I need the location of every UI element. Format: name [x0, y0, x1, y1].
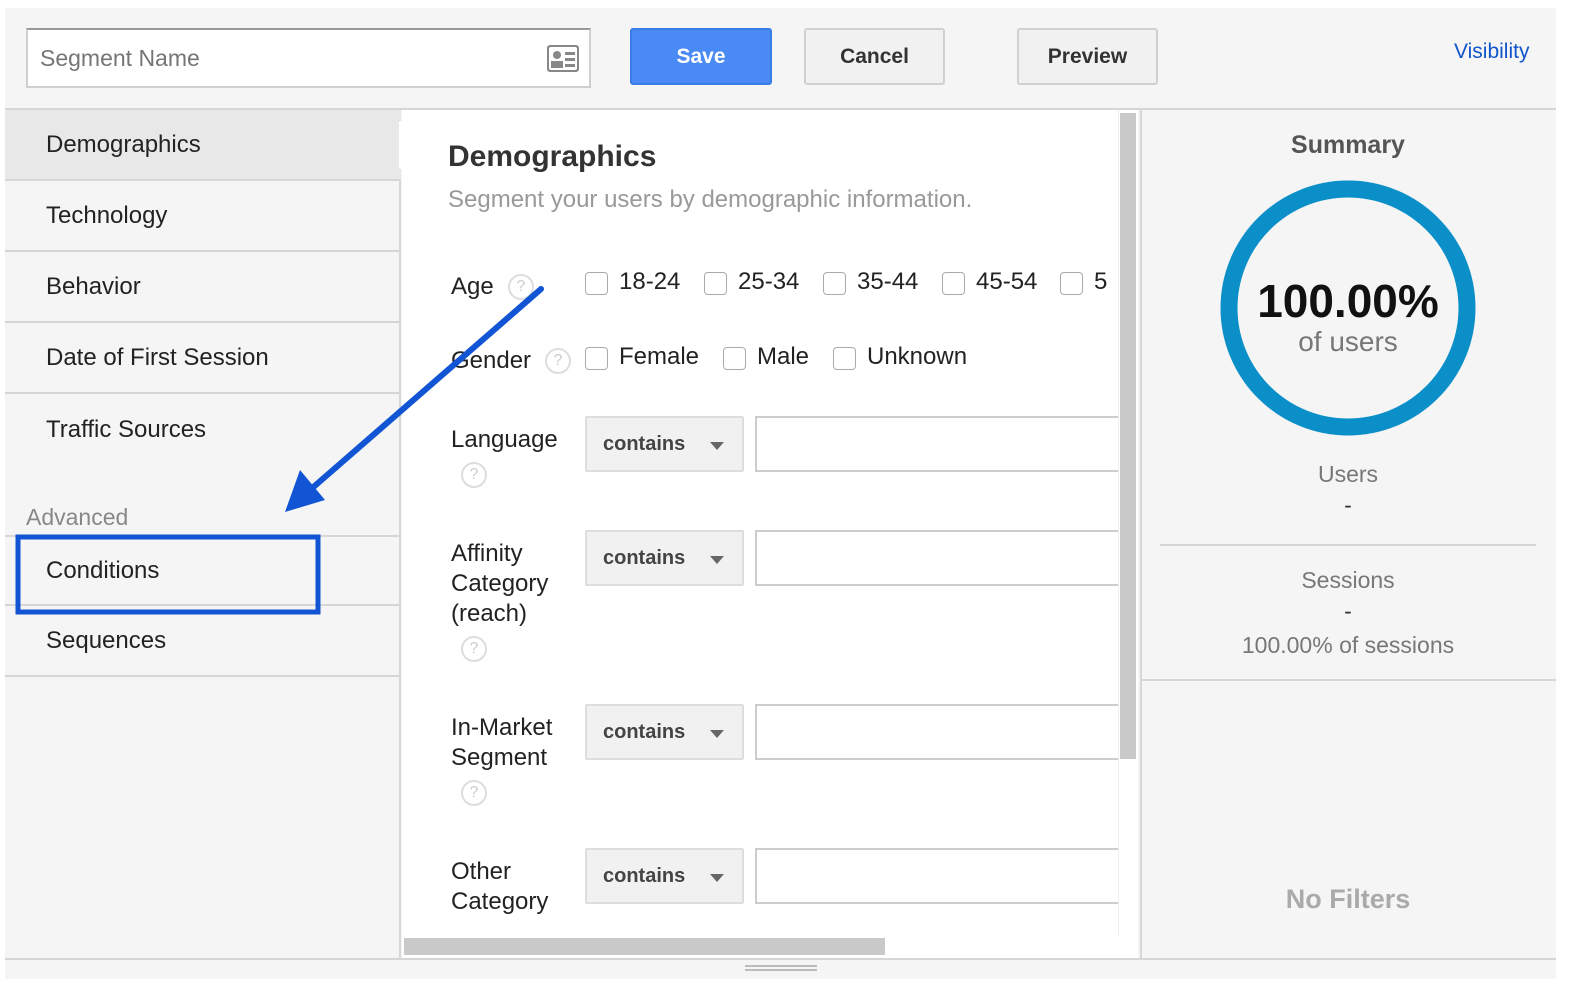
divider: [1160, 544, 1536, 546]
in-market-operator-select[interactable]: contains: [585, 704, 744, 760]
summary-title: Summary: [1291, 131, 1405, 159]
filter-label: In-Market Segment: [451, 714, 553, 771]
sidebar-item-traffic-sources[interactable]: Traffic Sources: [5, 394, 401, 465]
age-checkbox-35-44[interactable]: [823, 272, 846, 295]
affinity-operator-select[interactable]: contains: [585, 530, 744, 586]
age-checkbox-25-34[interactable]: [704, 272, 727, 295]
no-filters-text: No Filters: [1285, 884, 1411, 914]
sidebar-item-date-of-first-session[interactable]: Date of First Session: [5, 323, 401, 394]
caret-down-icon: [710, 730, 724, 738]
users-label: Users: [1317, 461, 1379, 487]
age-label: Age: [451, 273, 494, 300]
sidebar-item-sequences[interactable]: Sequences: [5, 606, 401, 677]
gender-option-label: Male: [757, 343, 810, 370]
filter-label: Other Category: [451, 858, 549, 915]
gender-option-label: Unknown: [867, 343, 968, 370]
filter-label: Affinity Category (reach): [451, 540, 549, 627]
segment-name-input[interactable]: [26, 28, 591, 88]
other-operator-select[interactable]: contains: [585, 848, 744, 904]
sidebar-item-behavior[interactable]: Behavior: [5, 252, 401, 323]
contact-card-icon[interactable]: [547, 45, 579, 72]
other-value-input[interactable]: [755, 848, 1138, 904]
resize-grip-icon[interactable]: [745, 965, 817, 971]
divider: [1140, 679, 1556, 681]
gender-checkbox-unknown[interactable]: [833, 347, 856, 370]
panel-title: Demographics: [448, 140, 657, 173]
panel-subtitle: Segment your users by demographic inform…: [448, 186, 973, 213]
visibility-link[interactable]: Visibility: [1454, 40, 1529, 64]
gender-label: Gender: [451, 347, 532, 374]
caret-down-icon: [710, 442, 724, 450]
help-icon[interactable]: ?: [508, 274, 534, 300]
age-option-label: 25-34: [738, 268, 800, 295]
sessions-value: -: [1344, 598, 1352, 624]
age-option-label: 35-44: [857, 268, 919, 295]
age-checkbox-45-54[interactable]: [942, 272, 965, 295]
in-market-value-input[interactable]: [755, 704, 1138, 760]
sidebar-item-label: Traffic Sources: [46, 415, 207, 443]
age-checkbox-18-24[interactable]: [585, 272, 608, 295]
sessions-label: Sessions: [1301, 567, 1395, 593]
sidebar-item-demographics[interactable]: Demographics: [5, 110, 401, 181]
demographics-panel: Demographics Segment your users by demog…: [402, 110, 1138, 958]
users-value: -: [1344, 492, 1352, 518]
age-option-label: 45-54: [976, 268, 1038, 295]
users-percentage-caption: of users: [1298, 326, 1398, 357]
filter-label: Language: [451, 426, 558, 453]
age-option-label: 5: [1094, 268, 1108, 295]
help-icon[interactable]: ?: [461, 780, 487, 806]
sessions-caption: 100.00% of sessions: [1241, 632, 1455, 658]
sidebar-item-label: Sequences: [46, 626, 167, 654]
vertical-scrollbar-thumb[interactable]: [1120, 113, 1136, 759]
advanced-heading: Advanced: [26, 504, 129, 530]
preview-button[interactable]: Preview: [1017, 28, 1158, 85]
sidebar-item-technology[interactable]: Technology: [5, 181, 401, 252]
sidebar-item-label: Date of First Session: [46, 343, 269, 371]
resize-bar[interactable]: [5, 958, 1556, 979]
language-value-input[interactable]: [755, 416, 1138, 472]
language-operator-select[interactable]: contains: [585, 416, 744, 472]
caret-down-icon: [710, 874, 724, 882]
sidebar-item-label: Demographics: [46, 130, 201, 158]
affinity-value-input[interactable]: [755, 530, 1138, 586]
cancel-button[interactable]: Cancel: [804, 28, 945, 85]
save-button[interactable]: Save: [630, 28, 772, 85]
help-icon[interactable]: ?: [461, 636, 487, 662]
age-checkbox-55[interactable]: [1060, 272, 1083, 295]
age-option-label: 18-24: [619, 268, 681, 295]
users-percentage: 100.00%: [1257, 275, 1439, 327]
sidebar-item-label: Behavior: [46, 272, 141, 300]
caret-down-icon: [710, 556, 724, 564]
sidebar-item-label: Conditions: [46, 556, 160, 584]
help-icon[interactable]: ?: [461, 462, 487, 488]
help-icon[interactable]: ?: [545, 348, 571, 374]
gender-checkbox-male[interactable]: [723, 347, 746, 370]
sidebar-item-label: Technology: [46, 201, 168, 229]
sidebar-item-conditions[interactable]: Conditions: [5, 535, 401, 606]
gender-option-label: Female: [619, 343, 700, 370]
gender-checkbox-female[interactable]: [585, 347, 608, 370]
horizontal-scrollbar-thumb[interactable]: [404, 938, 885, 955]
